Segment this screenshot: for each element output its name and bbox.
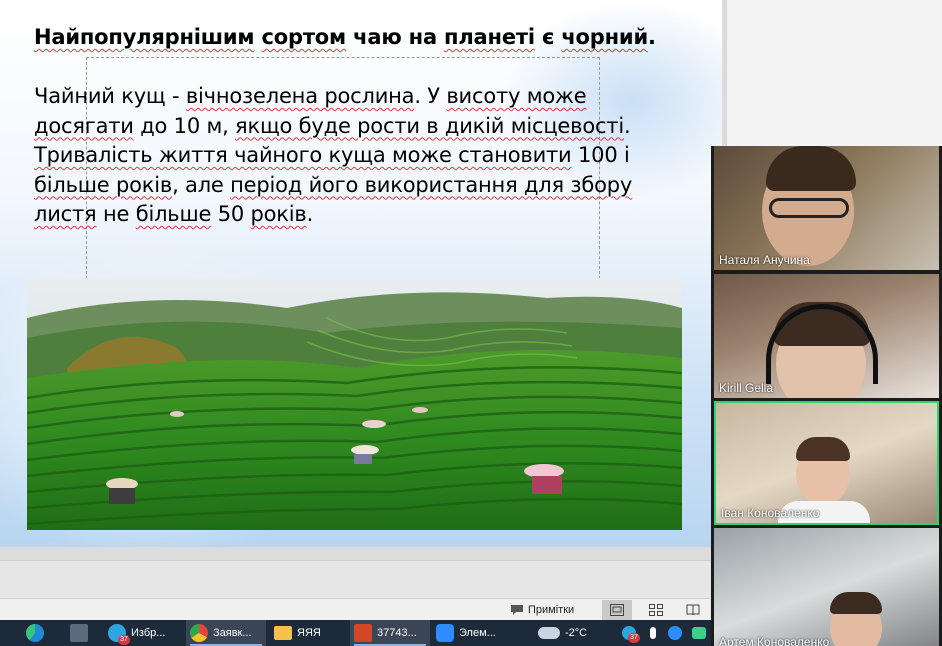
body-text-run: років [250,202,307,226]
slide-title[interactable]: Найпопулярнішим сортом чаю на планеті є … [34,25,656,49]
body-text-run: 50 [211,202,251,226]
temperature: -2°C [565,627,588,639]
calculator-icon [70,624,88,642]
body-text-run: . У [414,84,447,108]
body-text-run: . [623,113,631,138]
taskbar-powerpoint[interactable]: 37743... [350,620,430,646]
taskbar-label: 37743... [377,627,417,639]
title-word: чорний [561,25,648,49]
slide-sorter-button[interactable] [641,600,671,620]
tray-zoom[interactable] [668,620,688,646]
slide-scroll-gutter[interactable] [726,0,942,146]
windows-taskbar: 37 Избр... Заявк... ЯЯЯ 37743... Элем...… [0,620,711,646]
body-text-run: , але [172,172,231,197]
title-word: планеті [444,25,535,49]
reading-view-icon [686,604,700,616]
reading-view-button[interactable] [678,600,708,620]
body-text-run: . [306,202,314,226]
edge-icon [26,624,44,642]
title-word: сортом [261,25,347,49]
hair-shape [796,437,850,461]
hair-shape [830,592,882,614]
title-punct: . [647,25,656,49]
taskbar-calculator[interactable] [70,620,94,646]
participant-name: Наталя Анучина [719,253,810,267]
taskbar-label: Заявк... [213,627,252,639]
title-word: є [541,25,555,49]
comment-icon [511,605,523,615]
status-bar: Примітки [0,598,710,620]
participant-tile[interactable]: Наталя Анучина [714,146,939,270]
tray-chat[interactable] [692,620,710,646]
slide-editing-area[interactable]: Найпопулярнішим сортом чаю на планеті є … [0,0,726,560]
body-text-run: не [96,202,136,226]
participant-tile[interactable]: Артем Коноваленко [714,528,939,646]
title-word: чаю на [353,25,437,49]
body-text-run: Тривалість життя чайного куща може стано… [34,143,572,167]
body-text-run: більше [135,202,212,226]
slide-sorter-icon [649,604,663,616]
chrome-icon [190,624,208,642]
taskbar-label: ЯЯЯ [297,627,321,639]
zoom-tray-icon [668,626,682,640]
participant-tile-active[interactable]: Іван Коноваленко [714,401,939,525]
hair-shape [766,146,856,191]
body-text-run: Чайний кущ - [34,84,186,108]
body-text-run: листя [34,202,97,226]
tea-plantation-image[interactable] [27,278,682,530]
title-word: Найпопулярнішим [34,25,255,49]
body-text-run: досягати [34,113,134,138]
body-text-run: 100 і [571,143,630,167]
notification-badge: 37 [118,635,130,645]
notes-button[interactable]: Примітки [510,601,574,619]
taskbar-zoom[interactable]: Элем... [436,620,512,646]
participant-name: Іван Коноваленко [721,506,820,520]
video-gallery: Наталя Анучина Kirill Gella Іван Коновал… [711,146,942,646]
tea-plantation-picture [27,278,682,530]
glasses-shape [769,198,849,218]
body-text-run: більше років [34,172,173,197]
notes-label: Примітки [528,604,575,616]
taskbar-edge[interactable] [26,620,52,646]
telegram-tray-icon: 37 [622,626,640,643]
taskbar-chrome[interactable]: Заявк... [186,620,266,646]
microphone-icon [650,627,656,639]
normal-view-icon [610,604,624,616]
taskbar-label: Элем... [459,627,496,639]
participant-name: Артем Коноваленко [719,635,830,646]
participant-name: Kirill Gella [719,381,774,395]
folder-icon [274,626,292,640]
slide-body-text[interactable]: Чайний кущ - вічнозелена рослина. У висо… [34,82,674,230]
body-text-run: до 10 м, [133,113,236,138]
body-text-run: висоту може [446,84,587,108]
powerpoint-icon [354,624,372,642]
body-text-run: якщо буде рости в дикій місцевості [235,113,624,138]
notes-area[interactable] [0,560,726,598]
taskbar-label: Избр... [131,627,166,639]
participant-tile[interactable]: Kirill Gella [714,274,939,398]
tray-microphone[interactable] [646,620,660,646]
notification-badge: 37 [628,633,640,643]
slide-canvas[interactable]: Найпопулярнішим сортом чаю на планеті є … [0,0,722,547]
zoom-icon [436,624,454,642]
body-text-run: вічнозелена рослина [185,84,415,108]
taskbar-folder[interactable]: ЯЯЯ [274,620,340,646]
tray-telegram[interactable]: 37 [622,620,640,646]
taskbar-telegram[interactable]: 37 Избр... [108,620,182,646]
normal-view-button[interactable] [602,600,632,620]
weather-widget[interactable]: -2°C [538,620,608,646]
body-text-run: період його використання для збору [230,172,633,197]
telegram-icon: 37 [108,624,130,645]
cloud-icon [538,627,560,639]
chat-icon [692,627,706,639]
